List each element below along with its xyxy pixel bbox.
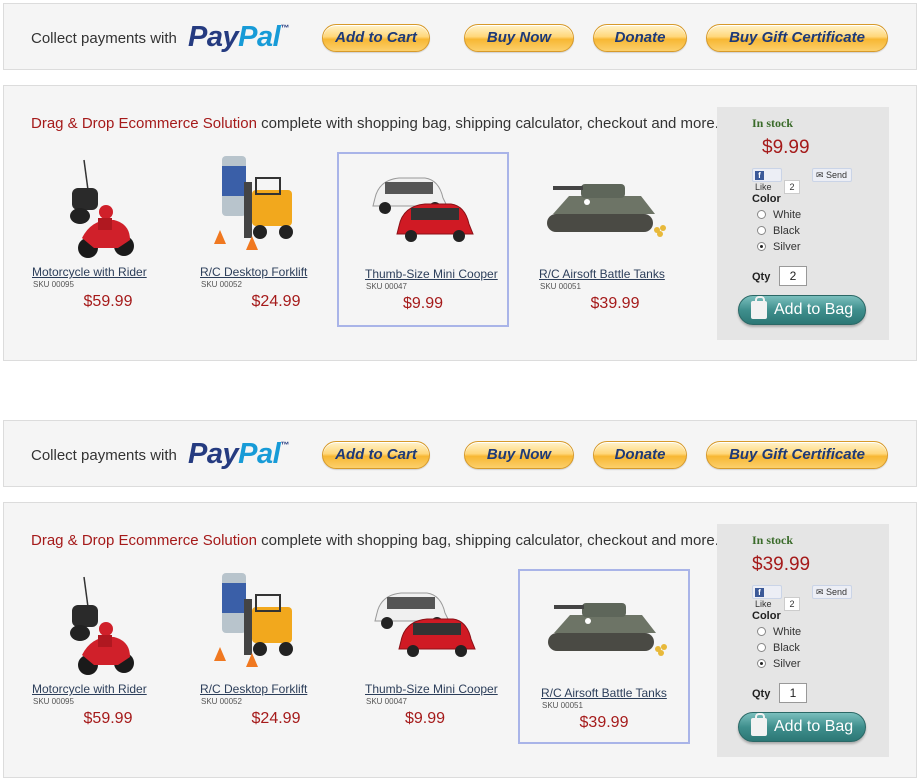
radio-selected-icon	[757, 242, 766, 251]
stock-status: In stock	[752, 116, 794, 130]
add-to-bag-button[interactable]: Add to Bag	[738, 295, 866, 325]
product-name[interactable]: R/C Desktop Forklift	[200, 682, 307, 696]
selected-price: $9.99	[762, 137, 810, 158]
motorcycle-toy-image	[22, 152, 194, 262]
product-name[interactable]: Thumb-Size Mini Cooper	[365, 267, 498, 281]
demo-block-2: Collect payments with PayPal™ Add to Car…	[0, 417, 920, 778]
radio-icon	[757, 627, 766, 636]
battle-tank-toy-image	[529, 152, 701, 262]
product-card-motorcycle[interactable]: Motorcycle with Rider SKU 00095 $59.99	[22, 152, 194, 327]
qty-label: Qty	[752, 688, 771, 700]
paypal-add-to-cart-button[interactable]: Add to Cart	[322, 441, 430, 469]
product-name[interactable]: R/C Airsoft Battle Tanks	[539, 267, 665, 281]
product-name[interactable]: Motorcycle with Rider	[32, 682, 147, 696]
motorcycle-toy-image	[22, 569, 194, 679]
store-panel: Drag & Drop Ecommerce Solution complete …	[3, 502, 917, 778]
paypal-gift-certificate-button[interactable]: Buy Gift Certificate	[706, 24, 888, 52]
product-card-battle-tank[interactable]: R/C Airsoft Battle Tanks SKU 00051 $39.9…	[529, 152, 701, 327]
paypal-logo: PayPal™	[188, 21, 289, 53]
product-card-mini-cooper[interactable]: Thumb-Size Mini Cooper SKU 00047 $9.99	[337, 152, 509, 327]
product-price: $9.99	[402, 295, 444, 312]
paypal-bar: Collect payments with PayPal™ Add to Car…	[3, 420, 917, 487]
product-sku: SKU 00095	[33, 280, 74, 289]
product-name[interactable]: Motorcycle with Rider	[32, 265, 147, 279]
tagline: Drag & Drop Ecommerce Solution complete …	[31, 115, 719, 132]
paypal-donate-button[interactable]: Donate	[593, 441, 687, 469]
product-name[interactable]: R/C Airsoft Battle Tanks	[541, 686, 667, 700]
product-sku: SKU 00095	[33, 697, 74, 706]
store-panel: Drag & Drop Ecommerce Solution complete …	[3, 85, 917, 361]
radio-icon	[757, 643, 766, 652]
paypal-buy-now-button[interactable]: Buy Now	[464, 441, 574, 469]
radio-icon	[757, 210, 766, 219]
facebook-icon: f	[755, 171, 764, 180]
product-sku: SKU 00047	[366, 697, 407, 706]
product-price: $59.99	[83, 293, 133, 310]
radio-selected-icon	[757, 659, 766, 668]
color-label: Color	[752, 193, 781, 205]
facebook-like-button[interactable]: fLike 2	[752, 168, 810, 194]
facebook-icon: f	[755, 588, 764, 597]
add-to-bag-button[interactable]: Add to Bag	[738, 712, 866, 742]
color-option-silver[interactable]: Silver	[757, 658, 801, 670]
facebook-like-button[interactable]: fLike 2	[752, 585, 810, 611]
product-price: $59.99	[83, 710, 133, 727]
collect-payments-label: Collect payments with	[31, 30, 177, 47]
demo-block-1: Collect payments with PayPal™ Add to Car…	[0, 0, 920, 361]
radio-icon	[757, 226, 766, 235]
product-card-motorcycle[interactable]: Motorcycle with Rider SKU 00095 $59.99	[22, 569, 194, 744]
tagline: Drag & Drop Ecommerce Solution complete …	[31, 532, 719, 549]
product-sku: SKU 00047	[366, 282, 407, 291]
paypal-logo: PayPal™	[188, 438, 289, 470]
like-count: 2	[784, 180, 800, 194]
product-card-battle-tank[interactable]: R/C Airsoft Battle Tanks SKU 00051 $39.9…	[518, 569, 690, 744]
collect-payments-label: Collect payments with	[31, 447, 177, 464]
product-name[interactable]: R/C Desktop Forklift	[200, 265, 307, 279]
color-option-white[interactable]: White	[757, 209, 801, 221]
mini-cooper-toy-image	[339, 154, 507, 264]
paypal-gift-certificate-button[interactable]: Buy Gift Certificate	[706, 441, 888, 469]
product-price: $39.99	[590, 295, 640, 312]
qty-input[interactable]: 2	[779, 266, 807, 286]
qty-label: Qty	[752, 271, 771, 283]
color-option-white[interactable]: White	[757, 626, 801, 638]
facebook-send-button[interactable]: ✉ Send	[812, 585, 852, 599]
paypal-bar: Collect payments with PayPal™ Add to Car…	[3, 3, 917, 70]
color-option-black[interactable]: Black	[757, 642, 800, 654]
product-sku: SKU 00051	[540, 282, 581, 291]
product-price: $24.99	[251, 710, 301, 727]
product-sku: SKU 00051	[542, 701, 583, 710]
selected-price: $39.99	[752, 554, 811, 575]
like-count: 2	[784, 597, 800, 611]
paypal-add-to-cart-button[interactable]: Add to Cart	[322, 24, 430, 52]
product-price: $9.99	[404, 710, 446, 727]
paypal-buy-now-button[interactable]: Buy Now	[464, 24, 574, 52]
qty-input[interactable]: 1	[779, 683, 807, 703]
mini-cooper-toy-image	[339, 569, 511, 679]
product-detail-panel: In stock $39.99 fLike 2 ✉ Send Color Whit…	[717, 524, 889, 757]
shopping-bag-icon	[751, 296, 767, 319]
facebook-send-button[interactable]: ✉ Send	[812, 168, 852, 182]
battle-tank-toy-image	[520, 571, 688, 681]
paypal-donate-button[interactable]: Donate	[593, 24, 687, 52]
color-label: Color	[752, 610, 781, 622]
product-card-mini-cooper[interactable]: Thumb-Size Mini Cooper SKU 00047 $9.99	[339, 569, 511, 744]
product-detail-panel: In stock $9.99 fLike 2 ✉ Send Color White…	[717, 107, 889, 340]
color-option-black[interactable]: Black	[757, 225, 800, 237]
product-card-forklift[interactable]: R/C Desktop Forklift SKU 00052 $24.99	[190, 569, 362, 744]
color-option-silver[interactable]: Silver	[757, 241, 801, 253]
forklift-toy-image	[190, 569, 362, 679]
product-sku: SKU 00052	[201, 280, 242, 289]
stock-status: In stock	[752, 533, 794, 547]
product-price: $39.99	[579, 714, 629, 731]
product-name[interactable]: Thumb-Size Mini Cooper	[365, 682, 498, 696]
shopping-bag-icon	[751, 713, 767, 736]
product-sku: SKU 00052	[201, 697, 242, 706]
